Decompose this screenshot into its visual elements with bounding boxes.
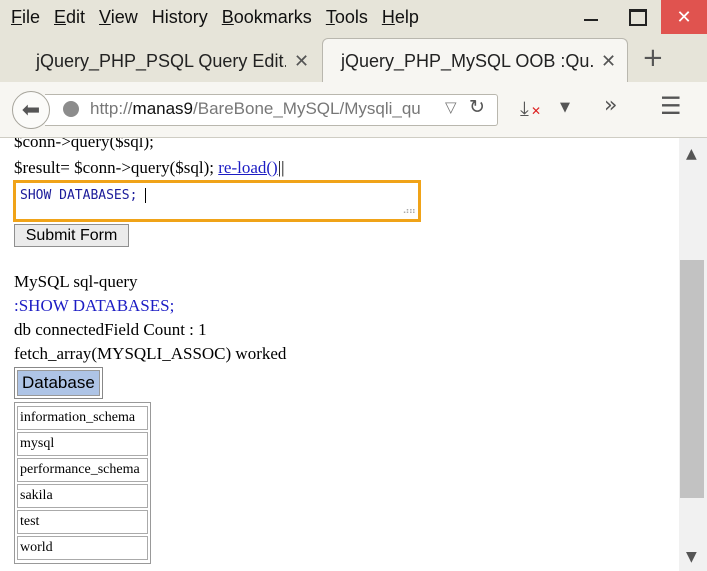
download-error-icon: ✕ bbox=[531, 104, 542, 118]
overflow-icon[interactable]: » bbox=[604, 93, 617, 118]
url-text[interactable]: http://manas9/BareBone_MySQL/Mysqli_qu bbox=[90, 99, 436, 119]
window-controls: ✕ bbox=[567, 0, 707, 34]
vertical-scrollbar[interactable]: ▲ ▼ bbox=[679, 138, 707, 571]
tab-title: jQuery_PHP_MySQL OOB :Qu... bbox=[341, 50, 593, 71]
menu-items: File Edit View History Bookmarks Tools H… bbox=[4, 6, 426, 28]
database-cell: sakila bbox=[17, 484, 148, 508]
query-echo: :SHOW DATABASES; bbox=[14, 296, 175, 315]
scroll-up-icon[interactable]: ▲ bbox=[686, 146, 697, 162]
minimize-button[interactable] bbox=[567, 0, 614, 34]
tab-mysql-oob[interactable]: jQuery_PHP_MySQL OOB :Qu... ✕ bbox=[322, 38, 628, 83]
menu-help[interactable]: Help bbox=[375, 6, 426, 28]
database-cell: performance_schema bbox=[17, 458, 148, 482]
menu-history-label: History bbox=[151, 7, 208, 27]
menu-file[interactable]: File bbox=[4, 6, 47, 28]
tab-close-icon[interactable]: ✕ bbox=[601, 51, 616, 72]
tab-psql-editor[interactable]: jQuery_PHP_PSQL Query Edit... ✕ bbox=[18, 40, 318, 82]
database-cell: information_schema bbox=[17, 406, 148, 430]
new-tab-button[interactable]: + bbox=[642, 40, 664, 76]
maximize-icon bbox=[628, 8, 647, 26]
reload-icon[interactable]: ↻ bbox=[469, 96, 485, 118]
sql-textarea[interactable]: SHOW DATABASES; ⠴⠶ bbox=[13, 180, 421, 222]
result-heading: MySQL sql-query bbox=[14, 272, 138, 291]
reload-link[interactable]: re-load() bbox=[218, 158, 277, 177]
database-cell: mysql bbox=[17, 432, 148, 456]
code-line-conn: $conn->query($sql); bbox=[14, 138, 154, 151]
back-button[interactable]: ⬅ bbox=[12, 91, 50, 129]
back-arrow-icon: ⬅ bbox=[21, 97, 41, 123]
menu-history[interactable]: History bbox=[145, 6, 215, 28]
menu-edit[interactable]: Edit bbox=[47, 6, 92, 28]
tab-strip: jQuery_PHP_PSQL Query Edit... ✕ jQuery_P… bbox=[0, 36, 707, 83]
fetch-status: fetch_array(MYSQLI_ASSOC) worked bbox=[14, 344, 287, 363]
database-column-header: Database bbox=[17, 370, 100, 396]
sql-text: SHOW DATABASES; bbox=[20, 188, 147, 203]
database-header-table: Database bbox=[14, 367, 103, 399]
scroll-down-icon[interactable]: ▼ bbox=[686, 549, 697, 565]
page-content: $conn->query($sql); $result= $conn->quer… bbox=[0, 138, 679, 571]
database-cell: test bbox=[17, 510, 148, 534]
database-cell: world bbox=[17, 536, 148, 560]
code-line-result: $result= $conn->query($sql); re-load()|| bbox=[14, 158, 285, 177]
hamburger-menu-icon[interactable]: ☰ bbox=[660, 92, 682, 120]
menu-view[interactable]: View bbox=[92, 6, 145, 28]
submit-form-button[interactable]: Submit Form bbox=[14, 224, 129, 247]
globe-icon bbox=[63, 101, 79, 117]
url-bar[interactable]: http://manas9/BareBone_MySQL/Mysqli_qu ▽… bbox=[45, 94, 498, 126]
tab-title: jQuery_PHP_PSQL Query Edit... bbox=[36, 50, 286, 71]
menu-tools[interactable]: Tools bbox=[319, 6, 375, 28]
chevron-down-icon[interactable]: ▼ bbox=[560, 100, 570, 115]
url-dropdown-icon[interactable]: ▽ bbox=[445, 98, 457, 116]
database-list: information_schema mysql performance_sch… bbox=[14, 402, 151, 564]
tab-close-icon[interactable]: ✕ bbox=[294, 51, 309, 72]
menu-bookmarks[interactable]: Bookmarks bbox=[215, 6, 319, 28]
connection-status: db connectedField Count : 1 bbox=[14, 320, 207, 339]
menu-bar: File Edit View History Bookmarks Tools H… bbox=[0, 0, 707, 36]
scroll-thumb[interactable] bbox=[680, 260, 704, 498]
minimize-icon bbox=[583, 19, 598, 21]
resize-grip-icon[interactable]: ⠴⠶ bbox=[402, 206, 416, 217]
maximize-button[interactable] bbox=[614, 0, 661, 34]
close-window-button[interactable]: ✕ bbox=[661, 0, 707, 34]
close-icon: ✕ bbox=[676, 6, 692, 28]
navigation-bar: http://manas9/BareBone_MySQL/Mysqli_qu ▽… bbox=[0, 82, 707, 138]
downloads-icon[interactable]: ⤓ bbox=[520, 96, 529, 120]
